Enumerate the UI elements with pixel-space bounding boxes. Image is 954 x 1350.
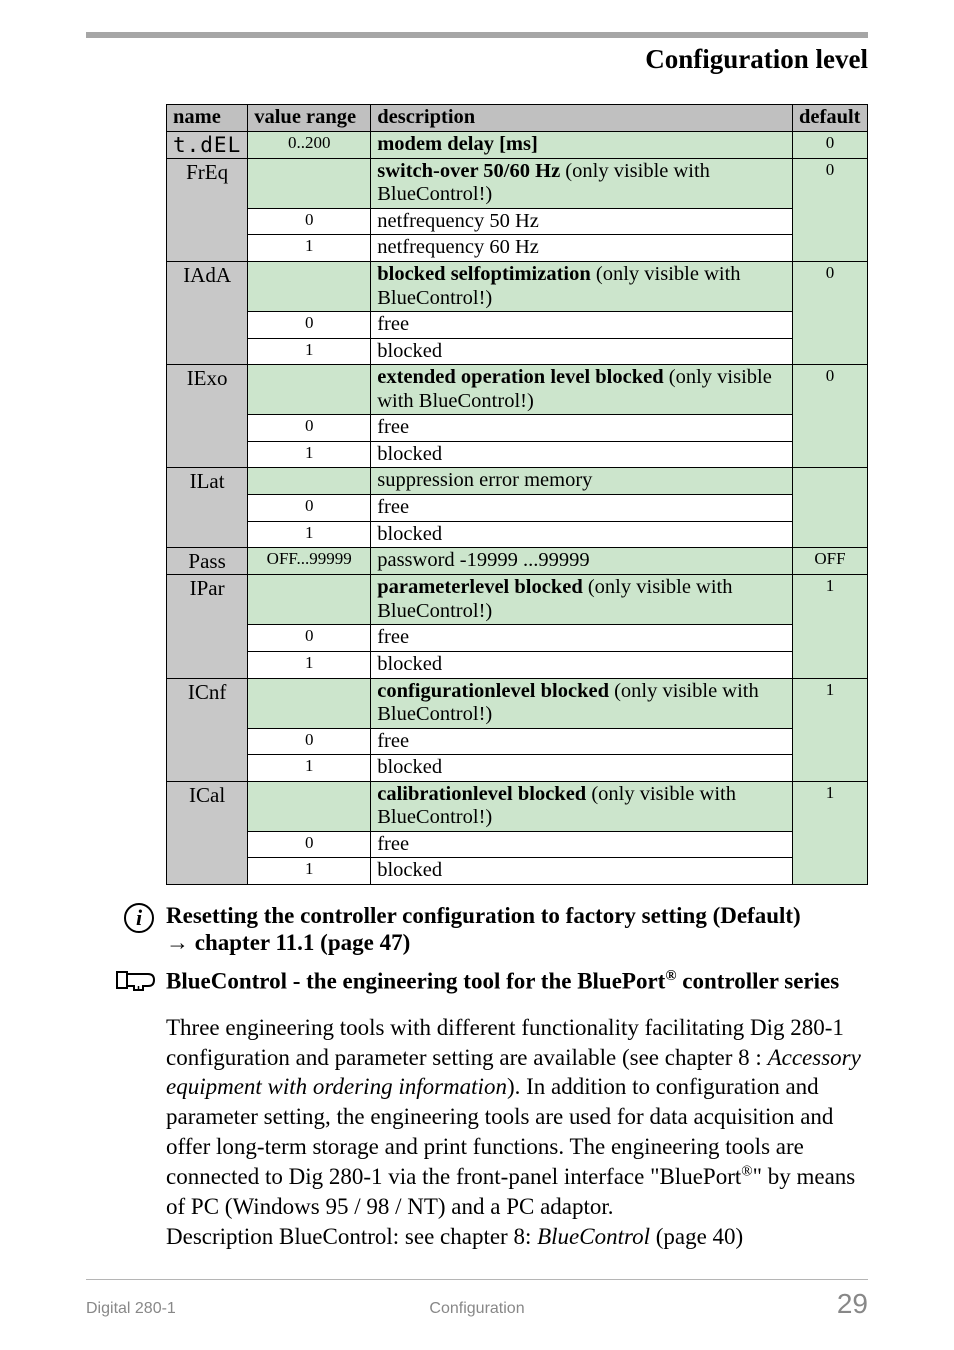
main-content: name value range description default t.d… [166,104,868,1252]
description: free [371,495,793,522]
value-range [248,781,371,831]
arrow-icon: → [166,929,189,955]
description: extended operation level blocked (only v… [371,365,793,415]
value-range: 0 [248,208,371,235]
footer-left: Digital 280-1 [86,1300,347,1318]
description: blocked selfoptimization (only visible w… [371,261,793,311]
value-range [248,261,371,311]
value-range: 1 [248,755,371,782]
param-name: IAdA [167,261,248,364]
value-range: 0 [248,312,371,339]
description: netfrequency 50 Hz [371,208,793,235]
description: blocked [371,338,793,365]
value-range: 0..200 [248,131,371,158]
body-paragraph-1: Three engineering tools with different f… [166,1013,868,1252]
footer-center: Configuration [347,1300,608,1318]
description: switch-over 50/60 Hz (only visible with … [371,158,793,208]
value-range: 1 [248,441,371,468]
description: free [371,415,793,442]
description: parameterlevel blocked (only visible wit… [371,575,793,625]
description: free [371,625,793,652]
info-icon: i [124,903,154,933]
value-range: OFF...99999 [248,548,371,575]
default-value: 1 [793,781,868,884]
value-range: 0 [248,831,371,858]
description: modem delay [ms] [371,131,793,158]
description: blocked [371,651,793,678]
hand-point-icon [116,966,158,1001]
note1-line1: Resetting the controller configuration t… [166,903,801,928]
body2-b: (page 40) [650,1224,743,1249]
description: blocked [371,858,793,885]
default-value [793,468,868,548]
description: suppression error memory [371,468,793,495]
param-name: IPar [167,575,248,678]
value-range: 0 [248,625,371,652]
body2-a: Description BlueControl: see chapter 8: [166,1224,537,1249]
body1-a: Three engineering tools with different f… [166,1015,844,1070]
description: netfrequency 60 Hz [371,235,793,262]
param-name: ICnf [167,678,248,781]
reg-mark-icon: ® [665,968,676,984]
description: calibrationlevel blocked (only visible w… [371,781,793,831]
value-range [248,575,371,625]
description: blocked [371,755,793,782]
value-range [248,678,371,728]
value-range [248,468,371,495]
value-range: 1 [248,651,371,678]
footer-page-number: 29 [607,1288,868,1320]
note-reset: i Resetting the controller configuration… [166,903,868,956]
param-name: ICal [167,781,248,884]
th-name: name [167,105,248,132]
description: password -19999 ...99999 [371,548,793,575]
body2-ital: BlueControl [537,1224,650,1249]
description: blocked [371,441,793,468]
reg-mark-icon: ® [741,1163,752,1179]
top-rule [86,32,868,38]
default-value: 0 [793,261,868,364]
note2-post: controller series [677,969,840,994]
value-range: 0 [248,728,371,755]
param-name: Pass [167,548,248,575]
note-bluecontrol: BlueControl - the engineering tool for t… [166,968,868,995]
th-vr: value range [248,105,371,132]
value-range: 1 [248,521,371,548]
note1-line2: chapter 11.1 (page 47) [189,930,410,955]
value-range: 1 [248,235,371,262]
page-header: Configuration level [645,44,868,75]
config-table: name value range description default t.d… [166,104,868,885]
note2-pre: BlueControl - the engineering tool for t… [166,969,665,994]
page-footer: Digital 280-1 Configuration 29 [86,1279,868,1320]
description: free [371,312,793,339]
param-name: FrEq [167,158,248,261]
param-name: IExo [167,365,248,468]
default-value: OFF [793,548,868,575]
description: free [371,831,793,858]
th-def: default [793,105,868,132]
default-value: 0 [793,158,868,261]
description: configurationlevel blocked (only visible… [371,678,793,728]
default-value: 0 [793,131,868,158]
default-value: 1 [793,678,868,781]
param-name: ILat [167,468,248,548]
value-range [248,365,371,415]
value-range: 0 [248,495,371,522]
value-range [248,158,371,208]
value-range: 0 [248,415,371,442]
value-range: 1 [248,338,371,365]
description: blocked [371,521,793,548]
description: free [371,728,793,755]
param-name: t.dEL [167,131,248,158]
value-range: 1 [248,858,371,885]
default-value: 0 [793,365,868,468]
default-value: 1 [793,575,868,678]
th-desc: description [371,105,793,132]
